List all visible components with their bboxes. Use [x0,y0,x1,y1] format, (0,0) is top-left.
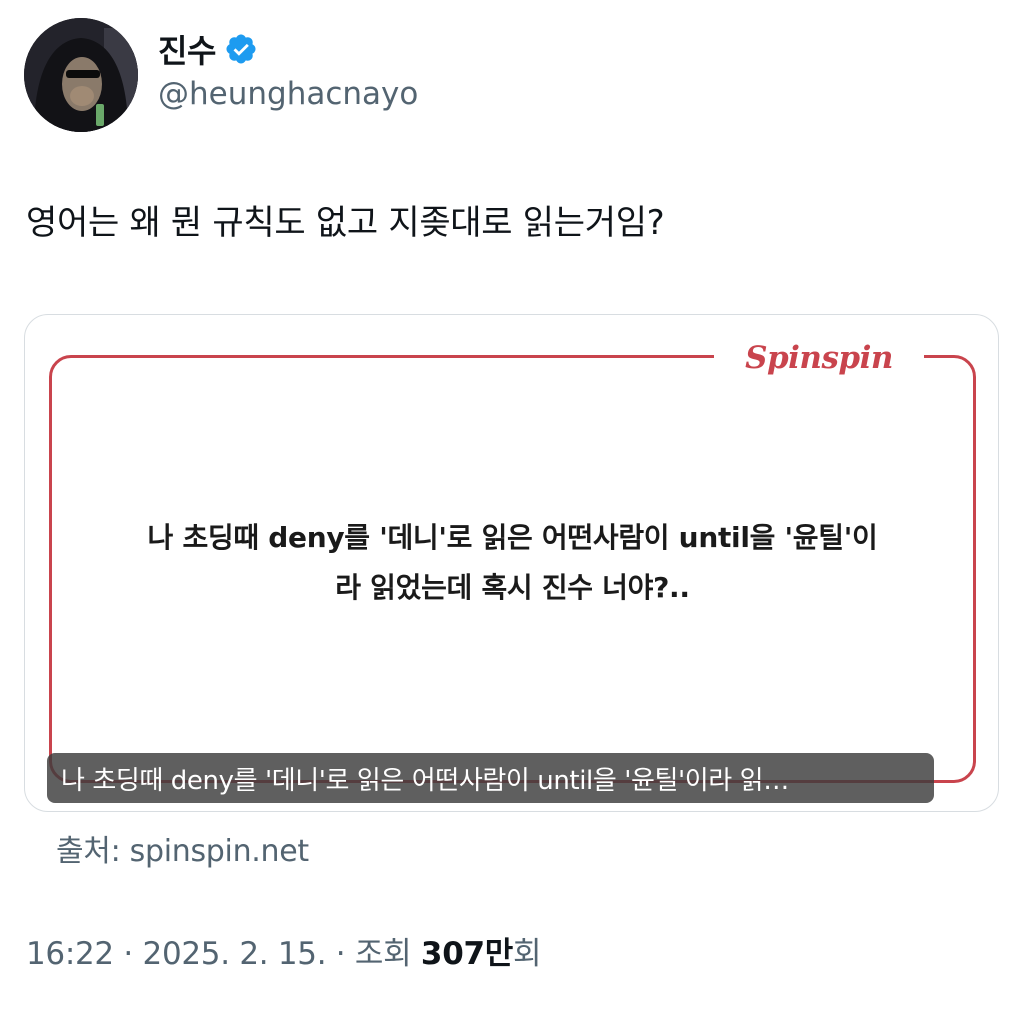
source-link[interactable]: 출처: spinspin.net [56,826,309,870]
tweet-meta: 16:22 · 2025. 2. 15. · 조회 307만회 [26,928,541,973]
spinspin-logo: Spinspin [714,333,924,383]
meta-separator-1: · [113,936,143,972]
author-name-row: 진수 [158,26,258,72]
quote-line-1: 나 초딩때 deny를 '데니'로 읽은 어떤사람이 until을 '윤틸'이 [147,521,878,554]
tweet-text: 영어는 왜 뭔 규칙도 없고 지좆대로 읽는거임? [26,203,665,243]
author-display-name[interactable]: 진수 [158,26,216,72]
views-suffix: 회 [512,936,542,972]
author-handle[interactable]: @heunghacnayo [158,76,418,112]
views-count: 307만 [420,936,513,972]
spinspin-logo-text: Spinspin [745,340,893,376]
author-avatar[interactable] [24,18,138,132]
media-card[interactable]: Spinspin 나 초딩때 deny를 '데니'로 읽은 어떤사람이 unti… [24,314,999,812]
views-label: 조회 [354,936,421,972]
quote-text: 나 초딩때 deny를 '데니'로 읽은 어떤사람이 until을 '윤틸'이 … [65,513,960,613]
media-caption-bar[interactable]: 나 초딩때 deny를 '데니'로 읽은 어떤사람이 until을 '윤틸'이라… [47,753,934,803]
meta-separator-2: · [326,936,355,972]
tweet-detail: 진수 @heunghacnayo 영어는 왜 뭔 규칙도 없고 지좆대로 읽는거… [0,0,1024,1010]
quote-line-2: 라 읽었는데 혹시 진수 너야?.. [335,571,690,604]
tweet-date[interactable]: 2025. 2. 15. [143,936,327,972]
media-caption-text: 나 초딩때 deny를 '데니'로 읽은 어떤사람이 until을 '윤틸'이라… [61,765,789,796]
tweet-time[interactable]: 16:22 [26,936,114,972]
verified-badge-icon[interactable] [224,32,258,66]
avatar-hooded-figure-icon [24,18,138,132]
